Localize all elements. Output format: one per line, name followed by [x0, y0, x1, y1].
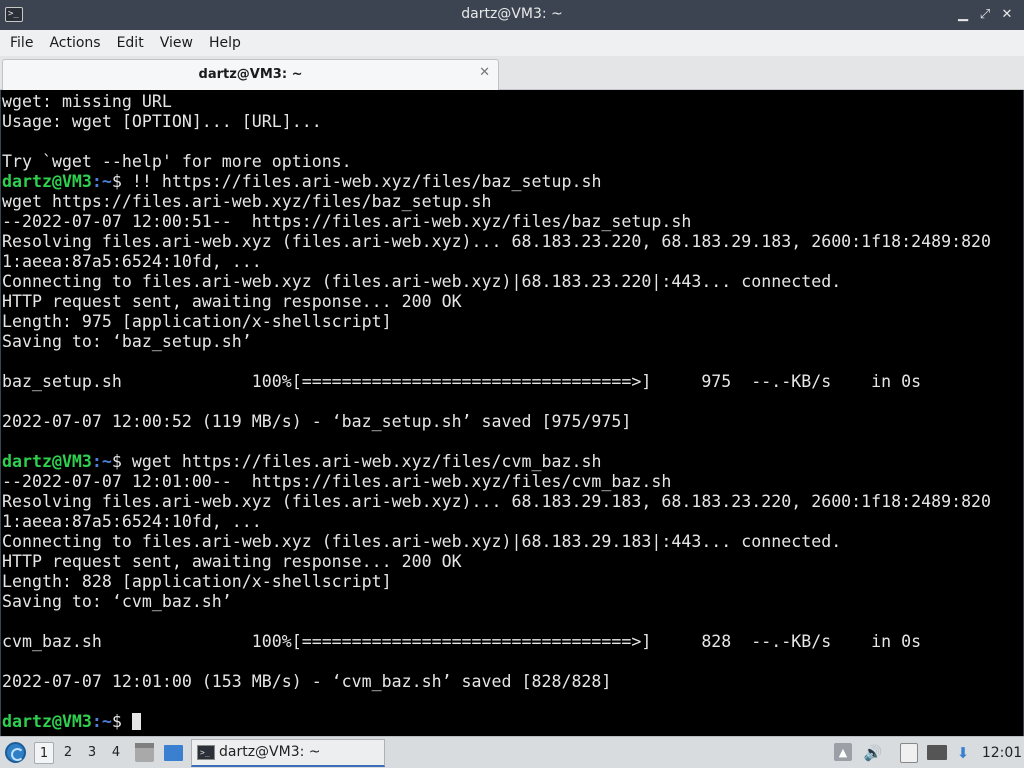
window-controls: ▁ ⤢ ✕	[952, 6, 1018, 24]
menu-file[interactable]: File	[2, 30, 41, 56]
output-line: HTTP request sent, awaiting response... …	[2, 552, 462, 571]
network-icon[interactable]	[927, 745, 947, 760]
prompt-symbol: $	[111, 172, 132, 191]
prompt-user: dartz@VM3	[2, 172, 92, 191]
prompt-symbol: $	[111, 452, 132, 471]
prompt-line: dartz@VM3:~$ !! https://files.ari-web.xy…	[2, 172, 991, 192]
output-line: --2022-07-07 12:00:51-- https://files.ar…	[2, 212, 692, 231]
workspace-4[interactable]: 4	[106, 742, 126, 764]
task-label: dartz@VM3: ~	[219, 744, 321, 760]
prompt-path: :~	[91, 452, 112, 471]
window-title: dartz@VM3: ~	[461, 6, 563, 22]
taskbar: 1 2 3 4 >_ dartz@VM3: ~ ▲ 🔊 ⬇ 12:01	[0, 736, 1024, 768]
output-line: Length: 975 [application/x-shellscript]	[2, 312, 392, 331]
output-line: Saving to: ‘baz_setup.sh’	[2, 332, 252, 351]
minimize-button[interactable]: ▁	[952, 6, 974, 24]
output-line: cvm_baz.sh 100%[========================…	[2, 632, 922, 651]
terminal-view[interactable]: wget: missing URL Usage: wget [OPTION]...…	[0, 90, 1024, 736]
show-desktop-icon[interactable]	[164, 745, 183, 761]
terminal-task-icon: >_	[197, 745, 215, 760]
output-line: 2022-07-07 12:00:52 (119 MB/s) - ‘baz_se…	[2, 412, 632, 431]
taskbar-task-terminal[interactable]: >_ dartz@VM3: ~	[191, 739, 385, 767]
prompt-path: :~	[91, 712, 112, 731]
output-line: wget https://files.ari-web.xyz/files/baz…	[2, 192, 492, 211]
output-line: Resolving files.ari-web.xyz (files.ari-w…	[2, 232, 992, 251]
volume-icon[interactable]: 🔊	[862, 743, 884, 763]
output-line: 1:aeea:87a5:6524:10fd, ...	[2, 512, 262, 531]
clock[interactable]: 12:01	[980, 737, 1024, 768]
menu-bar: File Actions Edit View Help	[0, 30, 1024, 56]
prompt-user: dartz@VM3	[2, 712, 92, 731]
prompt-line: dartz@VM3:~$	[2, 712, 991, 732]
update-icon[interactable]: ⬇	[954, 743, 972, 763]
output-line: 1:aeea:87a5:6524:10fd, ...	[2, 252, 262, 271]
output-line: Resolving files.ari-web.xyz (files.ari-w…	[2, 492, 992, 511]
output-line: wget: missing URL	[2, 92, 172, 111]
output-line: Usage: wget [OPTION]... [URL]...	[2, 112, 322, 131]
output-line: baz_setup.sh 100%[======================…	[2, 372, 922, 391]
output-line: Saving to: ‘cvm_baz.sh’	[2, 592, 232, 611]
terminal-output: wget: missing URL Usage: wget [OPTION]...…	[2, 92, 991, 732]
output-line: Connecting to files.ari-web.xyz (files.a…	[2, 272, 842, 291]
output-line: 2022-07-07 12:01:00 (153 MB/s) - ‘cvm_ba…	[2, 672, 612, 691]
window-titlebar[interactable]: >_ dartz@VM3: ~ ▁ ⤢ ✕	[0, 0, 1024, 30]
workspace-2[interactable]: 2	[58, 742, 78, 764]
prompt-line: dartz@VM3:~$ wget https://files.ari-web.…	[2, 452, 991, 472]
command-text: wget https://files.ari-web.xyz/files/cvm…	[131, 452, 602, 471]
tab-terminal[interactable]: dartz@VM3: ~ ✕	[2, 59, 499, 90]
tab-bar: dartz@VM3: ~ ✕	[0, 56, 1024, 90]
start-menu-icon[interactable]	[5, 742, 26, 763]
tab-close-icon[interactable]: ✕	[479, 65, 490, 80]
text-cursor	[131, 713, 141, 730]
output-line: Connecting to files.ari-web.xyz (files.a…	[2, 532, 842, 551]
restore-button[interactable]: ⤢	[974, 6, 996, 24]
command-text: !! https://files.ari-web.xyz/files/baz_s…	[131, 172, 602, 191]
workspace-1[interactable]: 1	[34, 742, 54, 764]
output-line: HTTP request sent, awaiting response... …	[2, 292, 462, 311]
menu-edit[interactable]: Edit	[109, 30, 152, 56]
prompt-symbol: $	[111, 712, 132, 731]
tab-label: dartz@VM3: ~	[198, 67, 303, 82]
menu-actions[interactable]: Actions	[41, 30, 108, 56]
menu-view[interactable]: View	[152, 30, 201, 56]
prompt-user: dartz@VM3	[2, 452, 92, 471]
file-manager-icon[interactable]	[135, 743, 154, 762]
output-line: --2022-07-07 12:01:00-- https://files.ar…	[2, 472, 672, 491]
close-button[interactable]: ✕	[996, 6, 1018, 24]
output-line: Length: 828 [application/x-shellscript]	[2, 572, 392, 591]
prompt-path: :~	[91, 172, 112, 191]
workspace-3[interactable]: 3	[82, 742, 102, 764]
clipboard-icon[interactable]	[900, 743, 918, 763]
keyboard-icon[interactable]: ▲	[834, 743, 852, 761]
output-line: Try `wget --help' for more options.	[2, 152, 352, 171]
menu-help[interactable]: Help	[201, 30, 249, 56]
